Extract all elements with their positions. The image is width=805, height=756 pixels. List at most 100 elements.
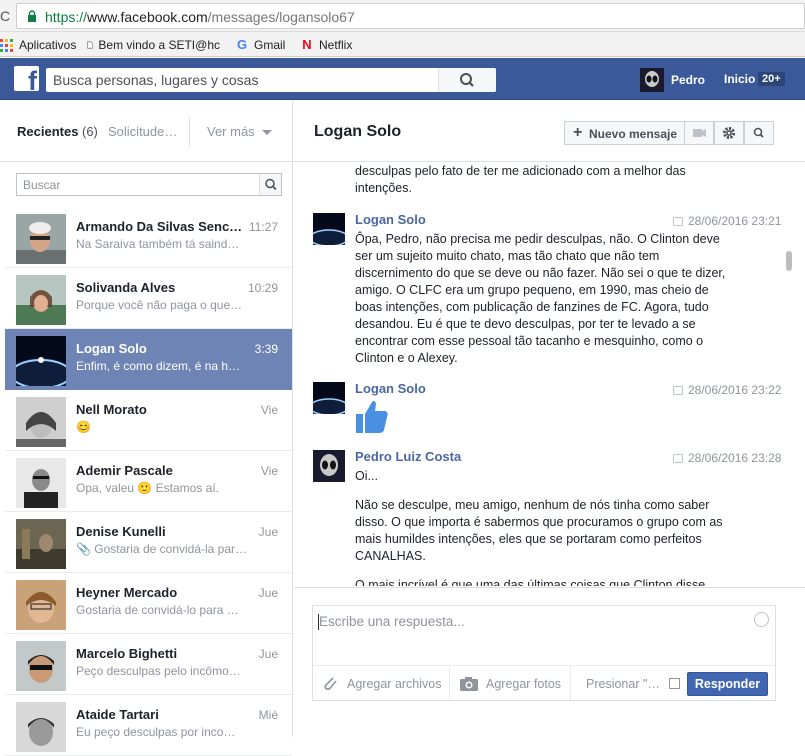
facebook-logo-icon[interactable]: f xyxy=(14,66,39,91)
avatar xyxy=(16,397,66,447)
message-snippet: Na Saraiva também tá saind… xyxy=(76,237,240,251)
conversation-item[interactable]: Ataide Tartari Mié Eu peço desculpas por… xyxy=(5,695,292,756)
timestamp: Vie xyxy=(260,464,278,478)
new-message-button[interactable]: + Nuevo mensaje xyxy=(564,121,685,145)
bookmark-label: Netflix xyxy=(319,37,353,52)
lock-icon xyxy=(28,10,36,22)
contact-name: Heyner Mercado xyxy=(76,585,178,600)
search-conversation-button[interactable] xyxy=(744,121,774,145)
search-placeholder: Busca personas, lugares y cosas xyxy=(53,72,259,88)
search-input[interactable]: Busca personas, lugares y cosas xyxy=(46,68,496,92)
bookmark-gmail[interactable]: G Gmail xyxy=(235,36,285,53)
press-enter-label: Presionar "… xyxy=(586,676,660,691)
tab-requests[interactable]: Solicitude… xyxy=(108,124,180,139)
timestamp: 3:39 xyxy=(254,342,278,356)
url-text: https://www.facebook.com/messages/logans… xyxy=(45,9,355,25)
avatar xyxy=(16,580,66,630)
reply-composer: Escribe una respuesta... Agregar archivo… xyxy=(294,587,805,737)
message-snippet: 📎 Gostaria de convidá-la par… xyxy=(76,542,248,556)
reply-button[interactable]: Responder xyxy=(687,672,768,696)
sender-name[interactable]: Logan Solo xyxy=(355,212,426,227)
address-field[interactable]: https://www.facebook.com/messages/logans… xyxy=(16,3,805,29)
attach-files-button[interactable]: Agregar archivos xyxy=(313,666,450,701)
tab-recent[interactable]: Recientes xyxy=(17,124,78,139)
message-timestamp: 28/06/2016 23:21 xyxy=(673,214,781,228)
timestamp: Mié xyxy=(258,708,278,722)
contact-name: Ataide Tartari xyxy=(76,707,159,722)
user-name: Pedro xyxy=(671,73,706,87)
message-snippet: Peço desculpas pelo incômo… xyxy=(76,664,241,678)
contact-name: Nell Morato xyxy=(76,402,147,417)
conversation-item[interactable]: Armando Da Silvas Senc… 11:27 Na Saraiva… xyxy=(5,207,292,268)
timestamp-text: 28/06/2016 23:21 xyxy=(688,214,782,228)
timestamp: 11:27 xyxy=(248,220,278,234)
bookmark-seti[interactable]: Bem vindo a SETI@hc xyxy=(86,36,220,53)
home-link[interactable]: Inicio xyxy=(724,72,755,86)
reply-input[interactable]: Escribe una respuesta... Agregar archivo… xyxy=(312,605,776,701)
video-camera-icon xyxy=(693,129,706,137)
message-text: desculpas pelo fato de ter me adicionado… xyxy=(355,164,686,195)
snippet-text: Gostaria de convidá-la par… xyxy=(94,542,248,556)
timestamp: Vie xyxy=(260,403,278,417)
conversation-item[interactable]: Solivanda Alves 10:29 Porque você não pa… xyxy=(5,268,292,329)
profile-link[interactable]: Pedro xyxy=(640,68,705,92)
contact-name: Marcelo Bighetti xyxy=(76,646,178,661)
press-enter-checkbox[interactable] xyxy=(669,678,680,689)
timestamp: Jue xyxy=(258,586,278,600)
bookmark-netflix[interactable]: N Netflix xyxy=(300,36,352,53)
video-call-button[interactable] xyxy=(684,121,714,145)
conversation-item[interactable]: Nell Morato Vie 😊 xyxy=(5,390,292,451)
avatar xyxy=(313,450,345,482)
message-snippet: Opa, valeu 🙂 Estamos aí. xyxy=(76,481,220,495)
message-text: Ôpa, Pedro, não precisa me pedir desculp… xyxy=(355,232,726,365)
avatar xyxy=(16,702,66,752)
add-photos-button[interactable]: Agregar fotos xyxy=(450,666,571,701)
notification-badge: 20+ xyxy=(758,72,785,86)
message-timestamp: 28/06/2016 23:28 xyxy=(673,451,781,465)
chat-bubble-icon xyxy=(673,216,683,226)
timestamp: 10:29 xyxy=(247,281,278,295)
recent-count: (6) xyxy=(82,124,98,139)
sender-name[interactable]: Pedro Luiz Costa xyxy=(355,449,461,464)
message-text: Oi... Não se desculpe, meu amigo, nenhum… xyxy=(355,468,730,586)
divider xyxy=(189,118,190,146)
conversation-item[interactable]: Heyner Mercado Jue Gostaria de convidá-l… xyxy=(5,573,292,634)
browser-url-bar: C https://www.facebook.com/messages/loga… xyxy=(0,0,805,32)
plus-icon: + xyxy=(573,124,583,141)
apps-grid-icon xyxy=(0,38,13,52)
gear-icon xyxy=(723,127,735,139)
reload-icon[interactable]: C xyxy=(0,8,10,24)
avatar xyxy=(640,68,664,92)
thumbs-up-icon xyxy=(356,400,388,433)
emoji-icon[interactable] xyxy=(754,612,769,627)
bookmark-label: Aplicativos xyxy=(19,37,77,52)
bookmark-apps[interactable]: Aplicativos xyxy=(0,36,76,53)
new-message-label: Nuevo mensaje xyxy=(589,127,678,141)
conversation-search-input[interactable]: Buscar xyxy=(16,173,282,196)
avatar xyxy=(16,458,66,508)
contact-name: Ademir Pascale xyxy=(76,463,173,478)
camera-icon xyxy=(460,676,478,691)
avatar xyxy=(16,275,66,325)
avatar xyxy=(313,382,345,414)
message-timestamp: 28/06/2016 23:22 xyxy=(673,383,781,397)
conversation-item-selected[interactable]: Logan Solo 3:39 Enfim, é como dizem, é n… xyxy=(5,329,292,390)
search-icon xyxy=(753,127,764,138)
message-snippet: Enfim, é como dizem, é na h… xyxy=(76,359,241,373)
sender-name[interactable]: Logan Solo xyxy=(355,381,426,396)
message-snippet: 😊 xyxy=(76,420,91,434)
chat-header: Logan Solo + Nuevo mensaje xyxy=(294,101,805,162)
conversation-item[interactable]: Denise Kunelli Jue 📎 Gostaria de convidá… xyxy=(5,512,292,573)
search-button[interactable] xyxy=(259,174,281,195)
chat-bubble-icon xyxy=(673,385,683,395)
more-dropdown[interactable]: Ver más xyxy=(207,124,255,139)
search-placeholder: Buscar xyxy=(23,178,61,192)
composer-toolbar: Agregar archivos Agregar fotos Presionar… xyxy=(313,665,775,701)
scrollbar-thumb[interactable] xyxy=(786,251,792,271)
conversation-item[interactable]: Ademir Pascale Vie Opa, valeu 🙂 Estamos … xyxy=(5,451,292,512)
search-button[interactable] xyxy=(438,68,496,92)
settings-button[interactable] xyxy=(714,121,744,145)
search-icon xyxy=(265,178,277,191)
search-icon xyxy=(460,73,474,87)
conversation-item[interactable]: Marcelo Bighetti Jue Peço desculpas pelo… xyxy=(5,634,292,695)
